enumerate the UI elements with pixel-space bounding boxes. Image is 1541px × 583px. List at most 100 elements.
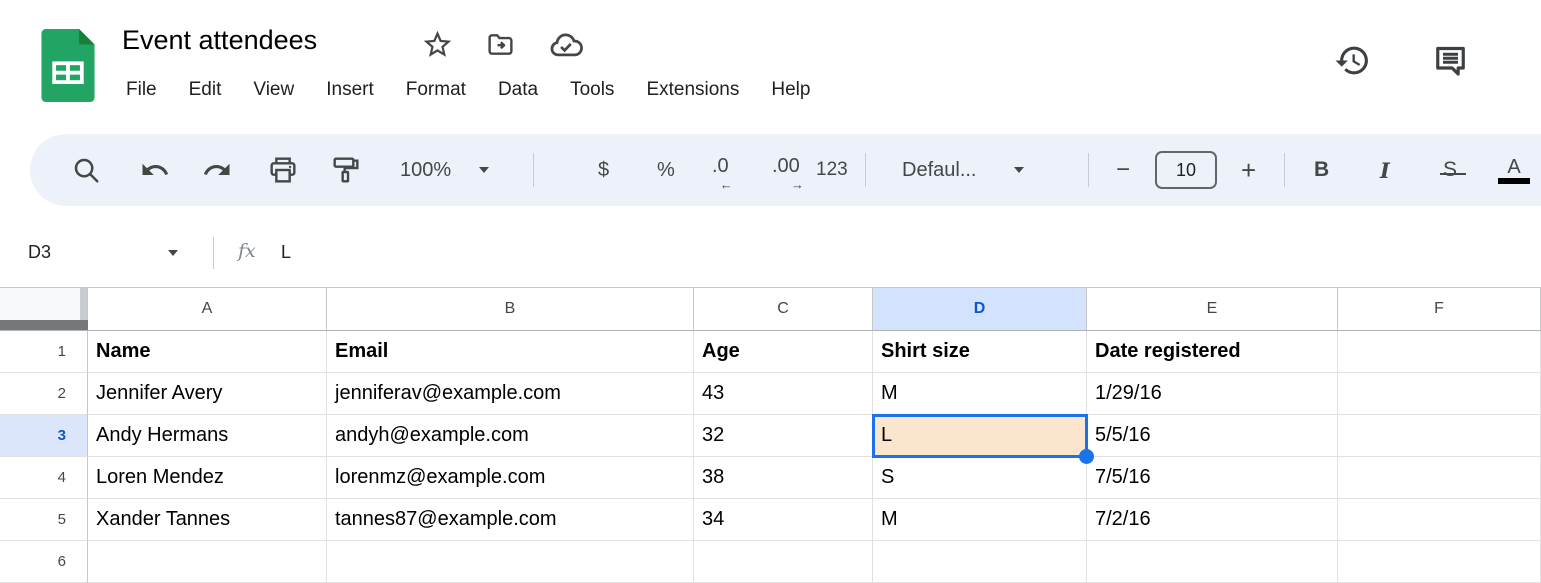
column-header-c[interactable]: C [694, 288, 873, 331]
comments-icon[interactable] [1432, 44, 1469, 77]
cell-B5[interactable]: tannes87@example.com [327, 499, 694, 541]
cell-C4[interactable]: 38 [694, 457, 873, 499]
menu-edit[interactable]: Edit [173, 74, 238, 106]
cell-D6[interactable] [873, 541, 1087, 583]
menu-help[interactable]: Help [755, 74, 826, 106]
cell-D1[interactable]: Shirt size [873, 331, 1087, 373]
row-header-2[interactable]: 2 [0, 373, 88, 415]
currency-format-button[interactable]: $ [598, 134, 609, 206]
cell-E6[interactable] [1087, 541, 1338, 583]
zoom-select[interactable]: 100% [400, 134, 489, 206]
chevron-down-icon[interactable] [168, 250, 178, 256]
cell-D3-selected[interactable]: L [873, 415, 1087, 457]
minus-icon: − [1116, 156, 1130, 184]
cell-B6[interactable] [327, 541, 694, 583]
document-title[interactable]: Event attendees [122, 25, 317, 56]
cell-D5[interactable]: M [873, 499, 1087, 541]
cell-F3[interactable] [1338, 415, 1541, 457]
text-color-label: A [1507, 157, 1520, 177]
menu-extensions[interactable]: Extensions [630, 74, 755, 106]
cell-A5[interactable]: Xander Tannes [88, 499, 327, 541]
star-icon[interactable] [421, 28, 454, 61]
italic-button[interactable]: I [1380, 134, 1390, 206]
formula-input[interactable]: L [281, 242, 291, 263]
chevron-down-icon [1014, 167, 1024, 173]
increase-font-size-button[interactable]: + [1241, 134, 1256, 206]
cell-B3[interactable]: andyh@example.com [327, 415, 694, 457]
cell-B4[interactable]: lorenmz@example.com [327, 457, 694, 499]
row-header-3[interactable]: 3 [0, 415, 88, 457]
version-history-icon[interactable] [1334, 42, 1371, 79]
cloud-saved-icon[interactable] [547, 31, 583, 60]
cell-D2[interactable]: M [873, 373, 1087, 415]
cell-B1[interactable]: Email [327, 331, 694, 373]
print-icon[interactable] [267, 134, 299, 206]
column-header-b[interactable]: B [327, 288, 694, 331]
menu-data[interactable]: Data [482, 74, 554, 106]
font-select[interactable]: Defaul... [902, 134, 1024, 206]
font-size-input[interactable]: 10 [1155, 151, 1217, 189]
cell-F6[interactable] [1338, 541, 1541, 583]
font-name: Defaul... [902, 159, 976, 182]
cell-A4[interactable]: Loren Mendez [88, 457, 327, 499]
search-icon[interactable] [71, 134, 101, 206]
more-formats-button[interactable]: 123 [816, 134, 848, 206]
freeze-row-handle[interactable] [0, 320, 88, 330]
paint-format-icon[interactable] [330, 134, 362, 206]
bold-button[interactable]: B [1314, 134, 1329, 206]
cell-A2[interactable]: Jennifer Avery [88, 373, 327, 415]
formula-bar-divider [213, 237, 214, 269]
column-header-e[interactable]: E [1087, 288, 1338, 331]
cell-C3[interactable]: 32 [694, 415, 873, 457]
fill-handle[interactable] [1079, 449, 1094, 464]
freeze-column-handle[interactable] [80, 288, 87, 320]
cell-D4[interactable]: S [873, 457, 1087, 499]
row-header-1[interactable]: 1 [0, 331, 88, 373]
menu-insert[interactable]: Insert [310, 74, 390, 106]
percent-format-button[interactable]: % [657, 134, 675, 206]
column-header-f[interactable]: F [1338, 288, 1541, 331]
cell-E2[interactable]: 1/29/16 [1087, 373, 1338, 415]
cell-A1[interactable]: Name [88, 331, 327, 373]
cell-B2[interactable]: jenniferav@example.com [327, 373, 694, 415]
cell-C5[interactable]: 34 [694, 499, 873, 541]
text-color-button[interactable]: A [1498, 134, 1530, 206]
cell-A3[interactable]: Andy Hermans [88, 415, 327, 457]
cell-C6[interactable] [694, 541, 873, 583]
column-header-a[interactable]: A [88, 288, 327, 331]
cell-E5[interactable]: 7/2/16 [1087, 499, 1338, 541]
cell-C2[interactable]: 43 [694, 373, 873, 415]
strikethrough-button[interactable]: S [1443, 134, 1457, 206]
cell-E4[interactable]: 7/5/16 [1087, 457, 1338, 499]
decrease-font-size-button[interactable]: − [1116, 134, 1130, 206]
cell-F5[interactable] [1338, 499, 1541, 541]
column-header-d[interactable]: D [873, 288, 1087, 331]
row-header-6[interactable]: 6 [0, 541, 88, 583]
increase-decimal-button[interactable]: .00→ [772, 134, 800, 206]
menu-format[interactable]: Format [390, 74, 482, 106]
row-header-5[interactable]: 5 [0, 499, 88, 541]
menu-file[interactable]: File [110, 74, 173, 106]
redo-icon[interactable] [202, 134, 232, 206]
increase-decimal-label: .00 [772, 155, 800, 177]
left-arrow-icon: ← [720, 177, 733, 192]
move-to-folder-icon[interactable] [485, 30, 516, 59]
toolbar-divider [1088, 153, 1089, 187]
italic-icon: I [1380, 158, 1390, 183]
cell-E3[interactable]: 5/5/16 [1087, 415, 1338, 457]
cell-F1[interactable] [1338, 331, 1541, 373]
cell-C1[interactable]: Age [694, 331, 873, 373]
row-header-4[interactable]: 4 [0, 457, 88, 499]
cell-E1[interactable]: Date registered [1087, 331, 1338, 373]
cell-F2[interactable] [1338, 373, 1541, 415]
name-box[interactable]: D3 [28, 242, 51, 263]
cell-F4[interactable] [1338, 457, 1541, 499]
menu-bar: File Edit View Insert Format Data Tools … [110, 74, 826, 106]
sheets-logo-icon[interactable] [41, 29, 95, 102]
cell-A6[interactable] [88, 541, 327, 583]
decrease-decimal-button[interactable]: .0← [712, 134, 729, 206]
menu-view[interactable]: View [237, 74, 310, 106]
menu-tools[interactable]: Tools [554, 74, 630, 106]
select-all-corner[interactable] [0, 288, 88, 331]
undo-icon[interactable] [140, 134, 170, 206]
